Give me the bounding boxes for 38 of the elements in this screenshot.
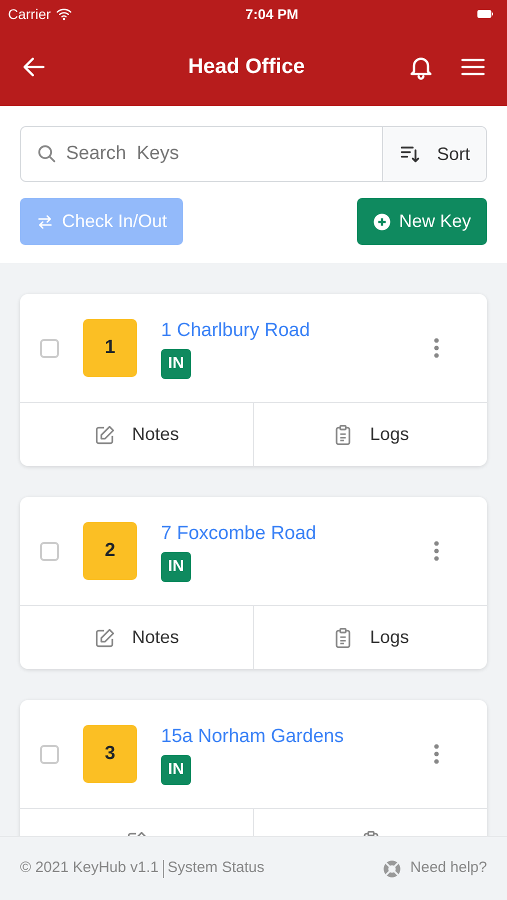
copyright-text: © 2021 KeyHub v1.1 [20,858,159,878]
swap-arrows-icon [36,212,54,230]
plus-circle-icon [372,212,391,230]
more-button[interactable] [434,539,439,563]
search-icon [36,143,58,165]
key-number: 3 [83,725,137,783]
status-tag: IN [161,349,191,380]
select-checkbox[interactable] [40,338,59,358]
need-help-link[interactable]: Need help? [382,857,487,880]
key-name-link[interactable]: 7 Foxcombe Road [161,520,316,548]
more-vertical-icon [434,338,439,358]
status-tag: IN [161,552,191,582]
key-number: 1 [83,319,137,377]
status-time: 7:04 PM [245,4,298,24]
edit-icon [94,626,116,648]
notes-button[interactable]: Notes [20,403,253,466]
select-checkbox[interactable] [40,542,59,560]
status-tag: IN [161,755,191,786]
carrier-label: Carrier [8,4,51,24]
logs-button[interactable]: Logs [253,606,487,669]
more-vertical-icon [434,744,439,764]
more-button[interactable] [434,742,439,766]
key-number: 2 [83,522,137,580]
system-status-link[interactable]: System Status [168,857,264,880]
lifebuoy-icon [382,858,402,878]
sort-button[interactable]: Sort [382,127,486,181]
page-title: Head Office [187,54,306,80]
wifi-icon [54,6,73,22]
key-name-link[interactable]: 1 Charlbury Road [161,316,310,346]
new-key-button[interactable]: New Key [356,198,487,245]
edit-icon [94,424,116,446]
select-checkbox[interactable] [40,744,59,764]
more-vertical-icon [434,540,439,561]
search-field[interactable]: Search Keys Sort [20,126,487,182]
notes-button[interactable]: Notes [20,606,253,669]
more-button[interactable] [434,336,439,360]
key-name-link[interactable]: 15a Norham Gardens [161,722,344,752]
logs-button[interactable]: Logs [253,403,487,466]
